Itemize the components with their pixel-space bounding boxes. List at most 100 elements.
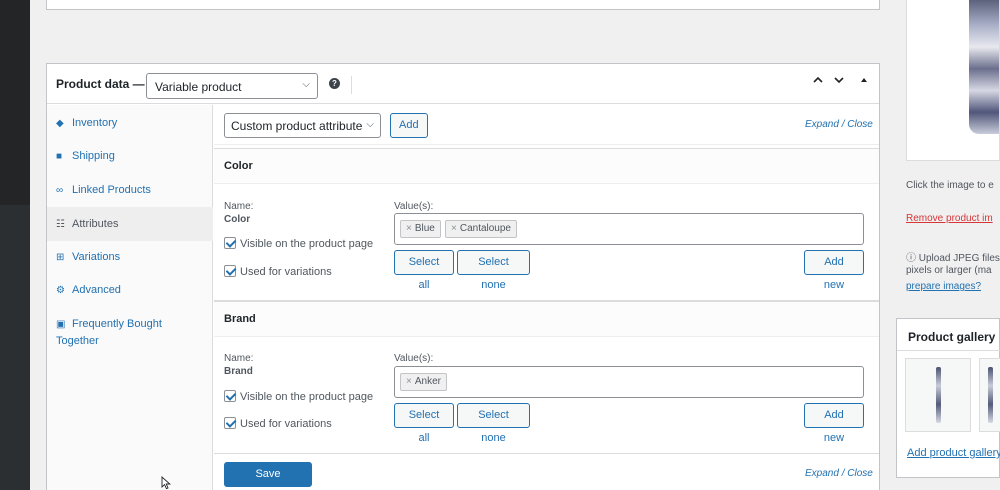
tab-frequently-bought-together[interactable]: ▣ Frequently Bought Together bbox=[47, 316, 177, 349]
value-token[interactable]: × Blue bbox=[400, 220, 441, 238]
previous-meta-box bbox=[46, 0, 880, 10]
attribute-title-row[interactable]: Brand bbox=[214, 302, 879, 337]
visible-checkbox-row[interactable]: Visible on the product page bbox=[224, 237, 373, 251]
move-up-icon[interactable] bbox=[812, 74, 824, 89]
variations-checkbox[interactable] bbox=[224, 265, 236, 277]
upload-hint-line1: ⓘ Upload JPEG files bbox=[906, 253, 1000, 264]
click-image-hint: Click the image to e bbox=[906, 180, 994, 191]
gallery-title: Product gallery bbox=[908, 330, 996, 344]
variations-checkbox-label: Used for variations bbox=[240, 418, 332, 430]
tab-label: Frequently Bought Together bbox=[56, 318, 162, 347]
variations-checkbox-label: Used for variations bbox=[240, 266, 332, 278]
visible-checkbox-label: Visible on the product page bbox=[240, 238, 374, 250]
value-token[interactable]: × Cantaloupe bbox=[445, 220, 517, 238]
tab-label: Linked Products bbox=[72, 184, 151, 196]
remove-product-image-link[interactable]: Remove product im bbox=[906, 213, 993, 224]
token-label: Anker bbox=[414, 376, 441, 387]
chevron-down-icon: ⌵ bbox=[302, 79, 310, 90]
attribute-title-row[interactable]: Color bbox=[214, 149, 879, 184]
add-new-button[interactable]: Add new bbox=[804, 250, 864, 291]
tab-inventory[interactable]: ◆ Inventory bbox=[47, 115, 213, 132]
attribute-type-value: Custom product attribute bbox=[231, 119, 363, 133]
token-label: Cantaloupe bbox=[459, 223, 511, 234]
variations-checkbox-row[interactable]: Used for variations bbox=[224, 417, 332, 431]
mouse-cursor-icon bbox=[161, 476, 171, 490]
attribute-name-value: Color bbox=[224, 214, 251, 225]
toggle-panel-icon[interactable] bbox=[859, 74, 869, 89]
expand-close-link[interactable]: Expand / Close bbox=[805, 468, 873, 479]
product-image[interactable] bbox=[969, 0, 999, 134]
attributes-toolbar: Custom product attribute ⌵ Add Expand / … bbox=[214, 105, 879, 145]
add-attribute-button[interactable]: Add bbox=[390, 113, 428, 138]
select-none-button[interactable]: Select none bbox=[457, 403, 530, 444]
upload-hint-line2: pixels or larger (ma bbox=[906, 265, 992, 276]
values-label: Value(s): bbox=[394, 353, 434, 364]
product-image-box bbox=[906, 0, 1000, 161]
visible-checkbox[interactable] bbox=[224, 237, 236, 249]
tab-label: Shipping bbox=[72, 150, 115, 162]
chevron-down-icon: ⌵ bbox=[366, 119, 374, 130]
add-gallery-images-link[interactable]: Add product gallery bbox=[907, 447, 1000, 459]
save-attributes-button[interactable]: Save attributes bbox=[224, 462, 312, 487]
visible-checkbox[interactable] bbox=[224, 390, 236, 402]
visible-checkbox-label: Visible on the product page bbox=[240, 391, 374, 403]
move-down-icon[interactable] bbox=[833, 74, 845, 89]
values-input[interactable]: × Blue × Cantaloupe bbox=[394, 213, 864, 245]
visible-checkbox-row[interactable]: Visible on the product page bbox=[224, 390, 373, 404]
attribute-brand: Brand Name: Brand Visible on the product… bbox=[214, 301, 879, 454]
remove-token-icon[interactable]: × bbox=[406, 376, 412, 387]
values-label: Value(s): bbox=[394, 201, 434, 212]
expand-close-link[interactable]: Expand / Close bbox=[805, 119, 873, 130]
attribute-title: Color bbox=[224, 160, 253, 172]
grid-icon: ⊞ bbox=[56, 252, 65, 263]
right-sidebar: Click the image to e Remove product im ⓘ… bbox=[896, 0, 1000, 490]
attribute-color: Color Name: Color Visible on the product… bbox=[214, 148, 879, 301]
prepare-images-link[interactable]: prepare images? bbox=[906, 281, 981, 292]
gallery-thumbnail[interactable] bbox=[905, 358, 971, 432]
attribute-name-label: Name: bbox=[224, 201, 254, 212]
gallery-divider bbox=[897, 350, 1000, 351]
tab-label: Inventory bbox=[72, 117, 118, 129]
attribute-name-label: Name: bbox=[224, 353, 254, 364]
value-token[interactable]: × Anker bbox=[400, 373, 447, 391]
admin-sidebar-strip bbox=[0, 0, 30, 490]
tab-linked-products[interactable]: ∞ Linked Products bbox=[47, 182, 213, 199]
tab-advanced[interactable]: ⚙ Advanced bbox=[47, 282, 213, 299]
select-all-button[interactable]: Select all bbox=[394, 250, 454, 291]
tab-variations[interactable]: ⊞ Variations bbox=[47, 249, 213, 266]
gear-icon: ⚙ bbox=[56, 285, 65, 296]
tag-icon: ◆ bbox=[56, 118, 64, 129]
attribute-name-value: Brand bbox=[224, 366, 253, 377]
admin-sidebar-lower bbox=[0, 205, 30, 490]
product-data-tabs: ◆ Inventory ■ Shipping ∞ Linked Products ☷ A… bbox=[47, 105, 213, 490]
list-icon: ☷ bbox=[56, 219, 65, 230]
add-new-button[interactable]: Add new bbox=[804, 403, 864, 444]
variations-checkbox-row[interactable]: Used for variations bbox=[224, 265, 332, 279]
variations-checkbox[interactable] bbox=[224, 417, 236, 429]
remove-token-icon[interactable]: × bbox=[406, 223, 412, 234]
product-data-panel: Product data — Variable product ⌵ ? ◆ Inv… bbox=[46, 63, 880, 490]
tab-attributes[interactable]: ☷ Attributes bbox=[47, 207, 213, 241]
product-type-value: Variable product bbox=[155, 80, 242, 94]
tab-label: Advanced bbox=[72, 284, 121, 296]
select-none-button[interactable]: Select none bbox=[457, 250, 530, 291]
token-label: Blue bbox=[414, 223, 435, 234]
header-divider bbox=[351, 76, 352, 94]
product-gallery-box: Product gallery Add product gallery bbox=[896, 318, 1000, 478]
tab-label: Attributes bbox=[72, 218, 119, 230]
gallery-thumbnail[interactable] bbox=[979, 358, 1000, 432]
product-type-select[interactable]: Variable product ⌵ bbox=[146, 73, 318, 99]
values-input[interactable]: × Anker bbox=[394, 366, 864, 398]
thumbnail-image bbox=[988, 367, 993, 423]
remove-token-icon[interactable]: × bbox=[451, 223, 457, 234]
link-icon: ∞ bbox=[56, 185, 64, 196]
truck-icon: ■ bbox=[56, 151, 63, 162]
thumbnail-image bbox=[936, 367, 941, 423]
attribute-title: Brand bbox=[224, 313, 256, 325]
product-data-label: Product data — bbox=[56, 77, 145, 91]
help-icon[interactable]: ? bbox=[329, 78, 340, 89]
select-all-button[interactable]: Select all bbox=[394, 403, 454, 444]
tab-shipping[interactable]: ■ Shipping bbox=[47, 148, 213, 165]
attribute-type-select[interactable]: Custom product attribute ⌵ bbox=[224, 113, 381, 138]
bag-icon: ▣ bbox=[56, 319, 66, 330]
